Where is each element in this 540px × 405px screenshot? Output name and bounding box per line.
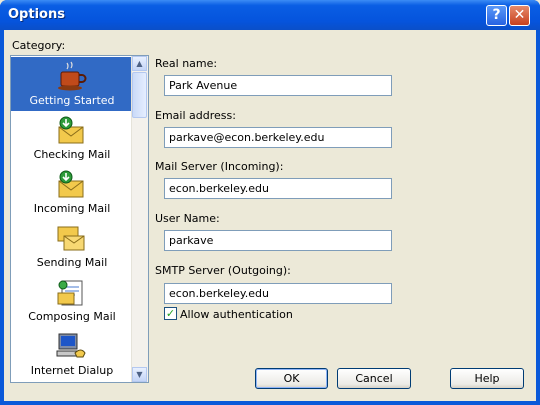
category-item-checking-mail[interactable]: Checking Mail <box>11 111 133 165</box>
smtp-server-label: SMTP Server (Outgoing): <box>155 264 291 277</box>
category-label: Category: <box>12 39 66 52</box>
scroll-up-icon[interactable]: ▲ <box>132 56 147 71</box>
close-button[interactable]: ✕ <box>509 5 530 26</box>
mail-download-icon <box>58 170 84 198</box>
allow-authentication-checkbox[interactable]: ✓ <box>164 307 177 320</box>
category-item-label: Internet Dialup <box>30 364 114 377</box>
real-name-label: Real name: <box>155 57 218 70</box>
ok-button[interactable]: OK <box>255 368 328 389</box>
compose-mail-icon <box>57 280 83 306</box>
help-titlebar-button[interactable]: ? <box>486 5 507 26</box>
smtp-server-field[interactable]: econ.berkeley.edu <box>164 283 392 304</box>
options-dialog: Options ? ✕ Category: Getting Started Ch… <box>0 0 540 405</box>
allow-authentication-label: Allow authentication <box>180 308 293 321</box>
real-name-field[interactable]: Park Avenue <box>164 75 392 96</box>
category-item-getting-started[interactable]: Getting Started <box>11 57 133 111</box>
category-item-sending-mail[interactable]: Sending Mail <box>11 219 133 273</box>
incoming-server-label: Mail Server (Incoming): <box>155 160 284 173</box>
category-item-label: Getting Started <box>29 94 115 107</box>
window-title: Options <box>8 7 65 22</box>
coffee-cup-icon <box>58 61 87 91</box>
title-bar[interactable]: Options ? ✕ <box>0 0 540 30</box>
category-item-composing-mail[interactable]: Composing Mail <box>11 273 133 327</box>
help-button[interactable]: Help <box>450 368 524 389</box>
email-label: Email address: <box>155 109 236 122</box>
scroll-thumb[interactable] <box>132 72 147 118</box>
user-name-label: User Name: <box>155 212 220 225</box>
scroll-down-icon[interactable]: ▼ <box>132 367 147 382</box>
dialog-body: Category: Getting Started Checking Mail … <box>4 30 536 401</box>
incoming-server-field[interactable]: econ.berkeley.edu <box>164 178 392 199</box>
category-item-label: Composing Mail <box>28 310 116 323</box>
category-item-internet-dialup[interactable]: Internet Dialup <box>11 327 133 381</box>
category-item-label: Incoming Mail <box>33 202 111 215</box>
email-field[interactable]: parkave@econ.berkeley.edu <box>164 127 392 148</box>
category-list[interactable]: Getting Started Checking Mail Incoming M… <box>10 55 149 383</box>
category-item-label: Checking Mail <box>33 148 111 161</box>
computer-phone-icon <box>56 333 86 358</box>
mail-download-icon <box>58 116 84 144</box>
user-name-field[interactable]: parkave <box>164 230 392 251</box>
category-item-incoming-mail[interactable]: Incoming Mail <box>11 165 133 219</box>
category-item-label: Sending Mail <box>36 256 108 269</box>
category-scrollbar[interactable]: ▲ ▼ <box>131 56 148 382</box>
cancel-button[interactable]: Cancel <box>337 368 411 389</box>
envelope-send-icon <box>57 226 85 251</box>
